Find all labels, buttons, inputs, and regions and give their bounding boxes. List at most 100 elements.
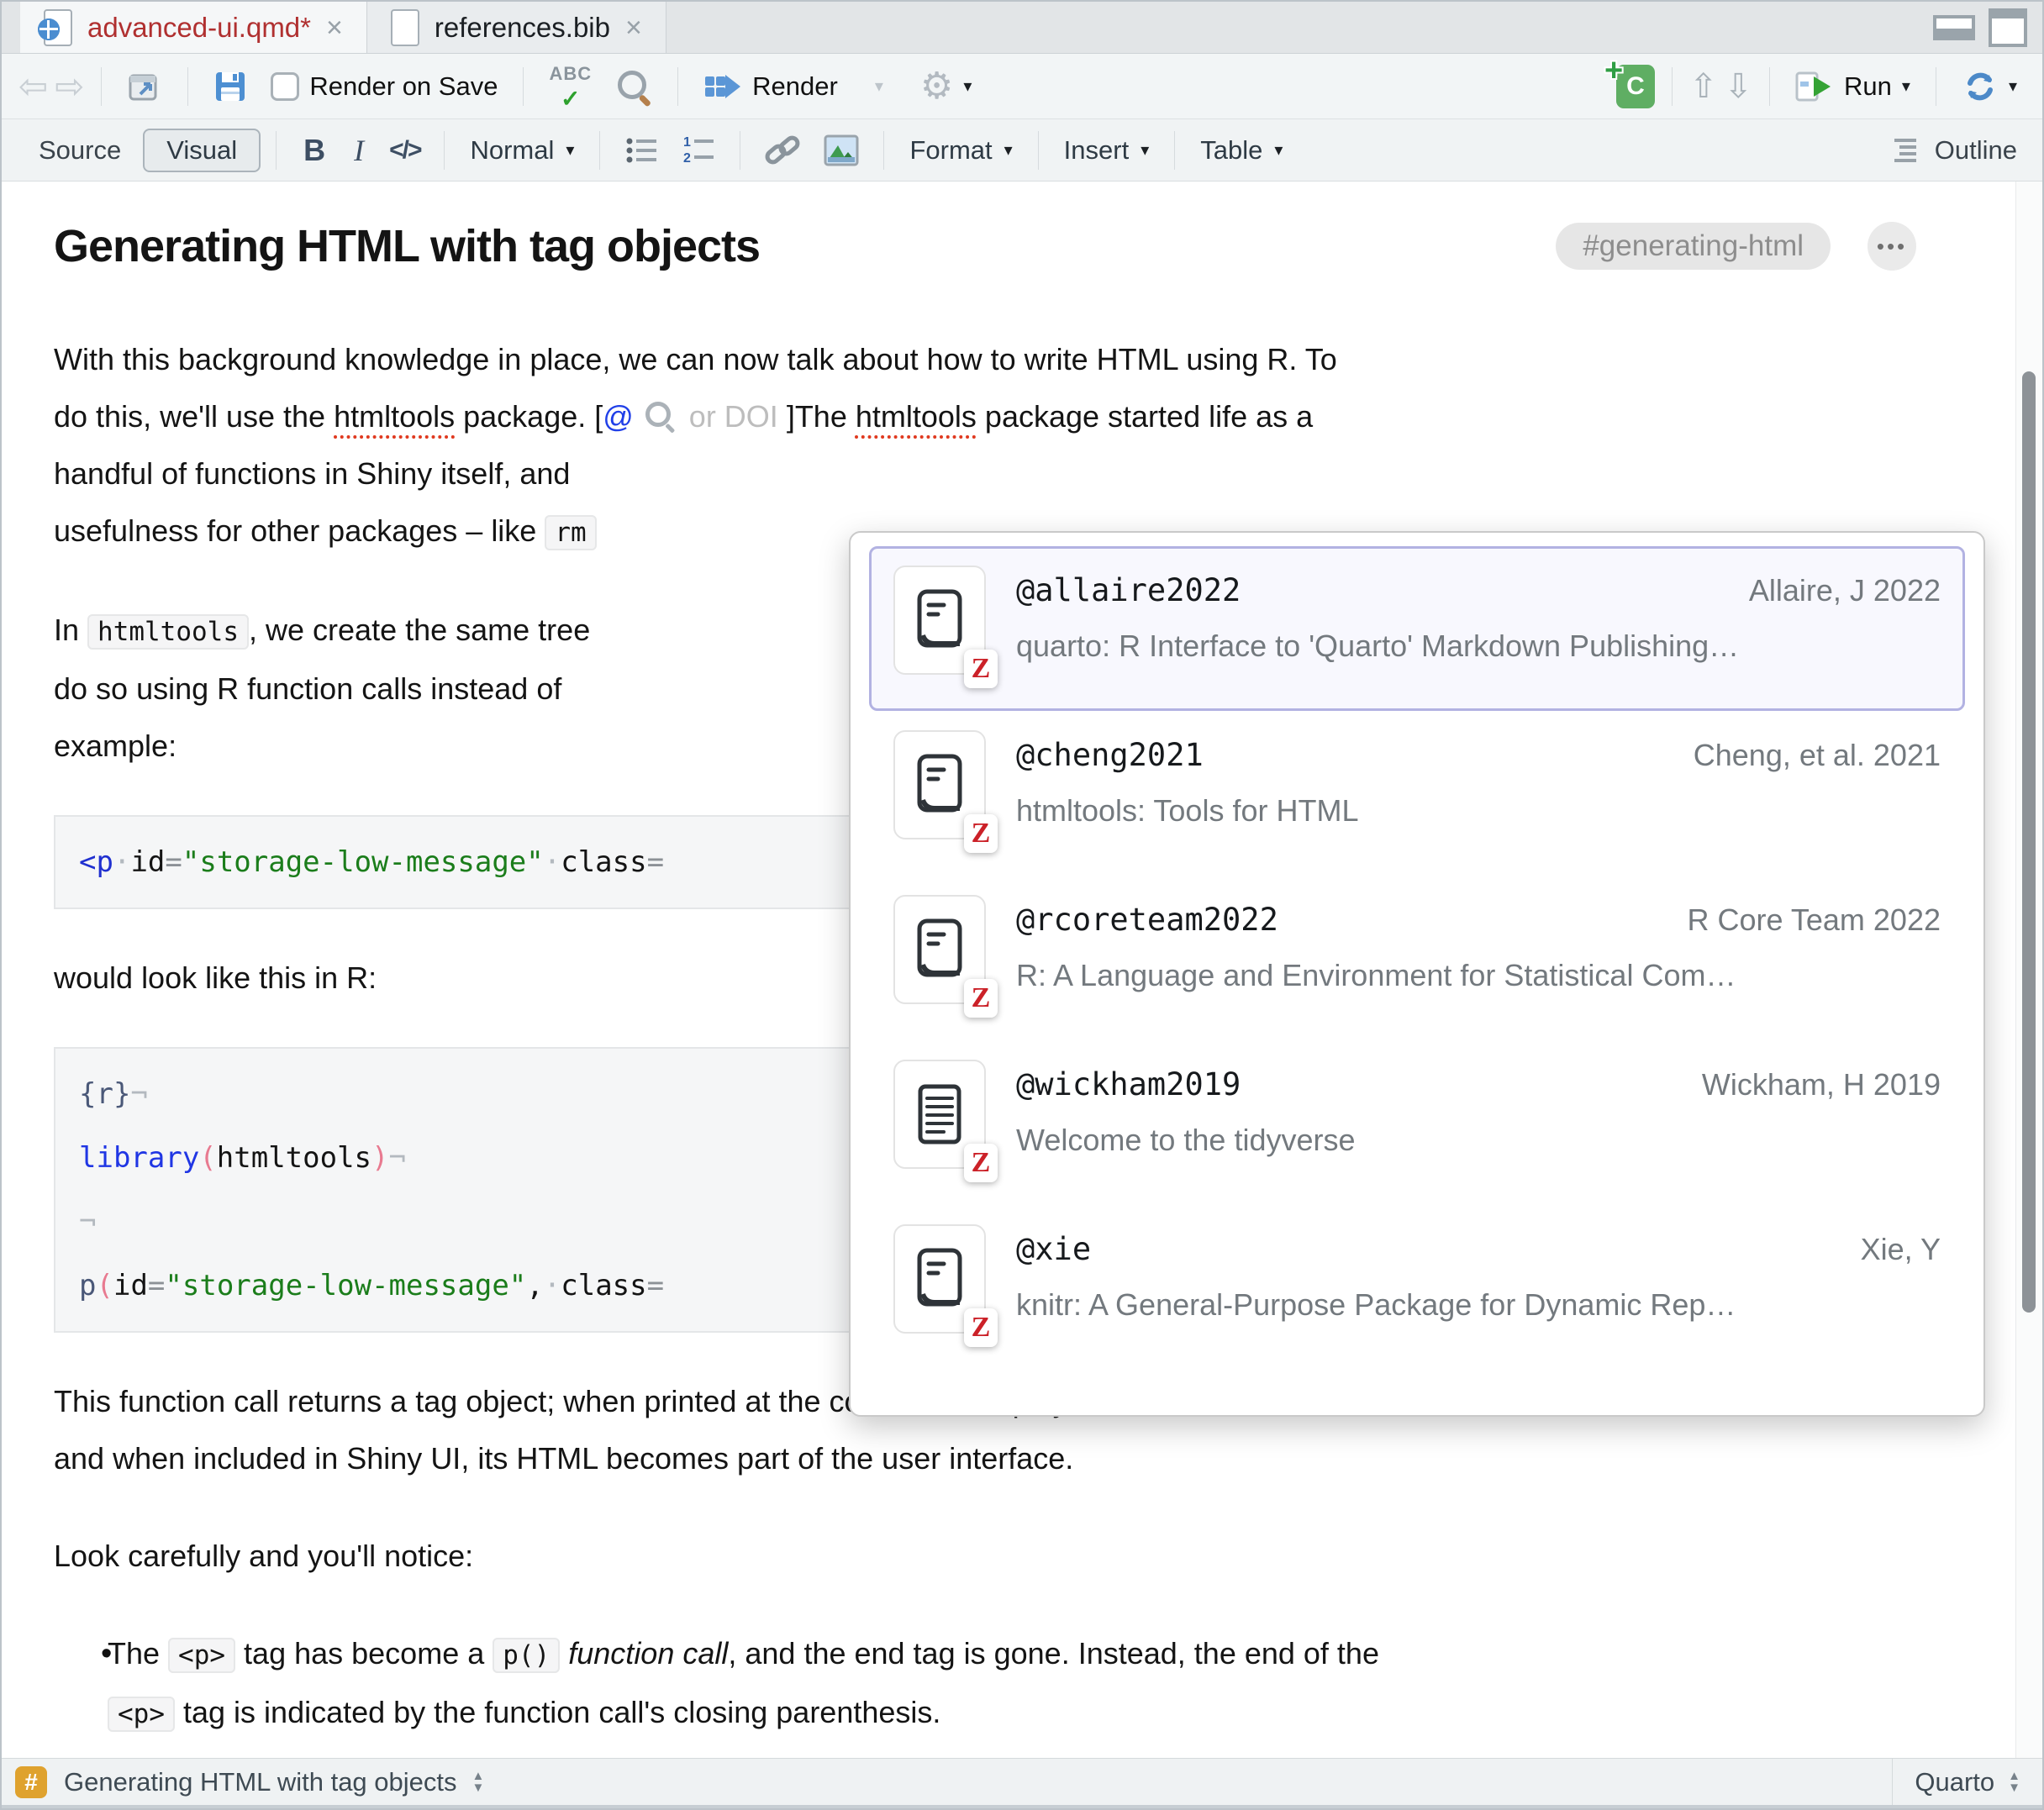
bold-button[interactable]: B xyxy=(292,133,337,168)
numbered-list-button[interactable]: 1 2 xyxy=(672,131,724,170)
outline-toggle-button[interactable]: Outline xyxy=(1893,135,2022,166)
spellcheck-check-icon: ✓ xyxy=(561,90,580,108)
text-segment: · xyxy=(113,845,130,879)
citation-key: @xie xyxy=(1016,1231,1091,1267)
paragraph-style-dropdown[interactable]: Normal ▾ xyxy=(460,132,584,169)
find-replace-button[interactable] xyxy=(607,65,661,108)
vertical-scrollbar[interactable] xyxy=(2015,182,2042,1758)
render-on-save-toggle[interactable]: Render on Save xyxy=(262,68,506,105)
spellcheck-button[interactable]: ABC ✓ xyxy=(540,61,600,112)
visual-mode-button[interactable]: Visual xyxy=(143,129,261,172)
insert-chunk-button[interactable]: C + xyxy=(1616,65,1655,108)
source-mode-button[interactable]: Source xyxy=(22,130,138,171)
status-bar: # Generating HTML with tag objects ▲ ▼ Q… xyxy=(2,1758,2042,1805)
insert-menu[interactable]: Insert ▾ xyxy=(1054,132,1160,169)
render-on-save-checkbox[interactable] xyxy=(271,72,299,101)
sort-down-icon: ▼ xyxy=(472,1782,485,1794)
inline-code: <p> xyxy=(168,1638,235,1673)
inline-code: rm xyxy=(545,515,596,550)
render-label: Render xyxy=(752,71,838,102)
book-icon xyxy=(915,1247,964,1311)
insert-link-button[interactable] xyxy=(756,130,809,171)
reference-type-icon-box: Z xyxy=(893,730,986,839)
text-segment: · xyxy=(544,1269,561,1302)
insert-image-button[interactable] xyxy=(814,130,868,171)
quarto-logo xyxy=(38,18,60,40)
close-tab-icon[interactable]: × xyxy=(625,13,642,42)
back-icon[interactable]: ⇦ xyxy=(18,69,48,104)
source-dropdown-icon[interactable]: ▾ xyxy=(2009,76,2017,97)
paragraph: With this background knowledge in place,… xyxy=(54,331,1916,561)
text-segment: , xyxy=(526,1269,543,1302)
tab-label: advanced-ui.qmd* xyxy=(87,12,311,44)
book-icon xyxy=(915,918,964,981)
divider xyxy=(1174,131,1175,170)
citation-author: Wickham, H 2019 xyxy=(1702,1067,1941,1102)
run-dropdown-icon[interactable]: ▾ xyxy=(1902,76,1910,97)
status-section-selector[interactable]: Generating HTML with tag objects xyxy=(64,1767,457,1797)
text-segment: tag has become a xyxy=(235,1636,493,1671)
zotero-badge: Z xyxy=(964,1308,998,1347)
divider xyxy=(444,131,445,170)
text-segment: id xyxy=(130,845,165,879)
section-selector-arrows-icon: ▲ ▼ xyxy=(472,1771,485,1794)
citation-title: knitr: A General-Purpose Package for Dyn… xyxy=(1016,1287,1941,1323)
inline-code: p() xyxy=(493,1638,560,1673)
citation-item[interactable]: Z@xieXie, Yknitr: A General-Purpose Pack… xyxy=(869,1205,1965,1370)
text-segment: package started life as a xyxy=(977,399,1313,434)
divider xyxy=(101,67,102,106)
section-options-button[interactable]: ••• xyxy=(1868,222,1916,271)
scrollbar-thumb[interactable] xyxy=(2022,371,2036,1313)
tab-bar: advanced-ui.qmd* × references.bib × xyxy=(2,2,2042,54)
text-segment: ¬ xyxy=(130,1077,147,1111)
italic-button[interactable]: I xyxy=(342,133,376,168)
section-anchor-badge: #generating-html xyxy=(1556,223,1831,270)
format-menu[interactable]: Format ▾ xyxy=(899,132,1022,169)
chevron-down-icon: ▾ xyxy=(963,76,972,97)
text-segment: usefulness for other packages – like xyxy=(54,513,545,548)
minimize-pane-button[interactable] xyxy=(1933,15,1975,40)
zotero-badge: Z xyxy=(964,979,998,1018)
popout-window-button[interactable] xyxy=(119,66,171,108)
divider xyxy=(187,67,188,106)
citation-item[interactable]: Z@cheng2021Cheng, et al. 2021htmltools: … xyxy=(869,711,1965,876)
render-icon xyxy=(703,70,742,103)
run-button[interactable]: Run ▾ xyxy=(1787,66,1919,107)
bullet-list-button[interactable] xyxy=(615,131,667,170)
document-mode-selector[interactable]: Quarto ▲ ▼ xyxy=(1892,1759,2042,1805)
code-button[interactable]: </> xyxy=(381,136,429,165)
next-chunk-icon[interactable]: ⇩ xyxy=(1725,70,1753,103)
settings-button[interactable]: ⚙ ▾ xyxy=(912,65,981,108)
format-menu-label: Format xyxy=(909,135,992,166)
forward-icon[interactable]: ⇨ xyxy=(55,69,84,104)
text-segment: = xyxy=(148,1269,165,1302)
citation-item[interactable]: Z@rcoreteam2022R Core Team 2022R: A Lang… xyxy=(869,876,1965,1040)
outline-icon xyxy=(1893,137,1925,164)
previous-chunk-icon[interactable]: ⇧ xyxy=(1689,70,1718,103)
text-segment: library xyxy=(79,1141,199,1175)
maximize-pane-button[interactable] xyxy=(1989,8,2027,47)
citation-item[interactable]: Z@wickham2019Wickham, H 2019Welcome to t… xyxy=(869,1040,1965,1205)
source-document-button[interactable]: ▾ xyxy=(1953,65,2026,108)
main-toolbar: ⇦ ⇨ Render on Save ABC xyxy=(2,54,2042,119)
table-menu[interactable]: Table ▾ xyxy=(1190,132,1293,169)
tab-references-bib[interactable]: references.bib × xyxy=(367,2,666,53)
citation-item[interactable]: Z@allaire2022Allaire, J 2022quarto: R In… xyxy=(869,546,1965,711)
save-button[interactable] xyxy=(205,66,256,107)
editor-canvas[interactable]: Generating HTML with tag objects #genera… xyxy=(2,182,2042,1758)
quarto-file-icon xyxy=(44,9,72,46)
text-segment: or DOI xyxy=(689,399,778,434)
reference-type-icon-box: Z xyxy=(893,1224,986,1334)
render-dropdown-icon[interactable]: ▾ xyxy=(875,76,883,97)
search-icon xyxy=(615,68,652,105)
page-title[interactable]: Generating HTML with tag objects xyxy=(54,220,760,272)
close-tab-icon[interactable]: × xyxy=(326,13,343,42)
numbered-list-icon: 1 2 xyxy=(681,134,716,166)
citation-author: Allaire, J 2022 xyxy=(1749,573,1941,608)
tab-advanced-ui-qmd[interactable]: advanced-ui.qmd* × xyxy=(20,2,367,53)
render-button[interactable]: Render xyxy=(695,66,846,107)
tab-label: references.bib xyxy=(435,12,610,44)
text-segment: package. [ xyxy=(455,399,603,434)
text-segment xyxy=(560,1636,568,1671)
popout-icon xyxy=(127,69,162,104)
